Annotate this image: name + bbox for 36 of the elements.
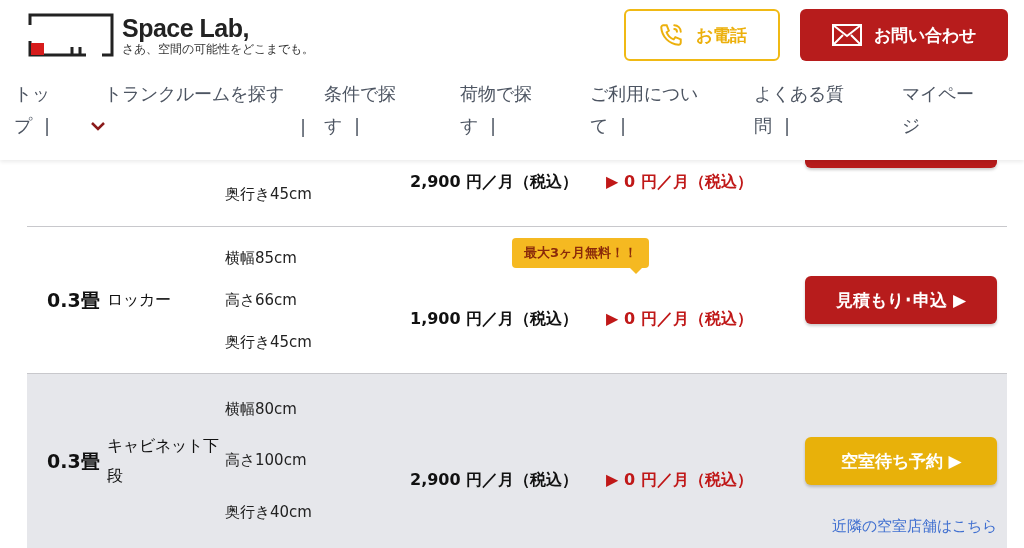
nav-separator: | bbox=[299, 115, 306, 137]
nav-link[interactable]: トランクルームを探す bbox=[104, 78, 300, 110]
size-label: 0.3畳 bbox=[46, 288, 101, 313]
dimension-text: 横幅80cm bbox=[225, 400, 298, 420]
nav-link[interactable]: よくある質問 | bbox=[754, 78, 854, 142]
dimension-text: 奥行き45cm bbox=[225, 332, 313, 352]
price-text: 2,900 円／月（税込） bbox=[410, 469, 580, 491]
nav-link[interactable]: マイページ bbox=[902, 78, 980, 142]
mail-icon bbox=[832, 24, 862, 46]
price-text: 2,900 円／月（税込） bbox=[410, 171, 580, 193]
nav-link[interactable]: 条件で探す | bbox=[324, 78, 410, 142]
dimension-text: 高さ66cm bbox=[225, 290, 298, 310]
logo-name: Space Lab, bbox=[122, 14, 250, 42]
nav-link[interactable]: ご利用について | bbox=[590, 78, 710, 142]
unit-type: ロッカー bbox=[107, 289, 172, 311]
apply-button[interactable]: 見積もり･申込 ▶ bbox=[805, 276, 997, 324]
nav-link[interactable]: トップ | bbox=[14, 78, 78, 142]
nearby-link[interactable]: 近隣の空室店舗はこちら bbox=[832, 517, 997, 536]
unit-type: キャビネット下段 bbox=[107, 435, 220, 487]
logo-tagline: さあ、空間の可能性をどこまでも。 bbox=[122, 42, 314, 56]
dimension-text: 奥行き40cm bbox=[225, 502, 313, 522]
discount-price: ▶ 0 円／月（税込） bbox=[606, 308, 753, 330]
logo-icon bbox=[28, 13, 114, 57]
contact-button[interactable]: お問い合わせ bbox=[800, 9, 1008, 61]
dimension-text: 奥行き45cm bbox=[225, 185, 313, 204]
nav-link[interactable]: 荷物で探す | bbox=[460, 78, 546, 142]
discount-price: ▶ 0 円／月（税込） bbox=[606, 171, 753, 193]
dimension-text: 横幅85cm bbox=[225, 248, 298, 268]
discount-price: ▶ 0 円／月（税込） bbox=[606, 469, 753, 491]
price-text: 1,900 円／月（税込） bbox=[410, 308, 580, 330]
dimension-text: 高さ100cm bbox=[225, 451, 308, 471]
badge-pointer bbox=[630, 268, 642, 274]
size-label: 0.3畳 bbox=[46, 449, 101, 474]
apply-button[interactable] bbox=[805, 160, 997, 168]
phone-icon bbox=[657, 22, 684, 48]
promo-badge: 最大3ヶ月無料！！ bbox=[512, 238, 650, 268]
